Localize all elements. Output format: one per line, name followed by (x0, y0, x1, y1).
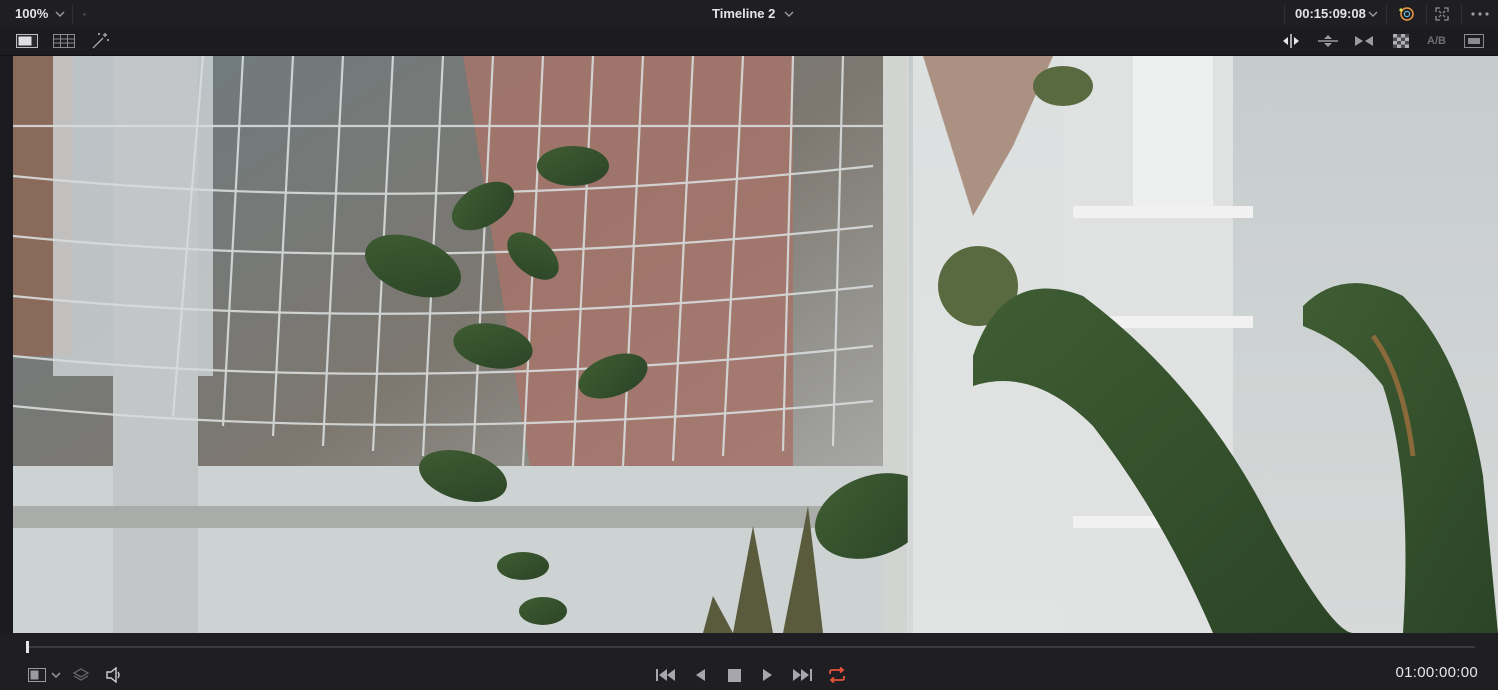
zoom-level[interactable]: 100% (15, 0, 48, 28)
scrubber-track[interactable] (27, 646, 1475, 648)
divider (72, 4, 73, 24)
status-dot-icon (82, 12, 86, 16)
loop-icon[interactable] (826, 666, 848, 684)
color-wheel-icon[interactable] (1396, 5, 1416, 23)
speaker-icon[interactable] (104, 666, 124, 684)
expand-icon[interactable] (1434, 6, 1450, 22)
playhead[interactable] (26, 641, 29, 653)
checkerboard-icon[interactable] (1391, 33, 1411, 49)
split-vertical-icon[interactable] (1280, 33, 1302, 49)
skip-back-icon[interactable] (654, 666, 678, 684)
divider (1426, 4, 1427, 24)
viewer-mode-icon[interactable] (26, 667, 48, 683)
layers-icon[interactable] (72, 666, 90, 684)
source-timecode[interactable]: 00:15:09:08 (1295, 0, 1366, 28)
video-viewer[interactable] (13, 56, 1498, 633)
chevron-down-icon[interactable] (54, 9, 66, 19)
viewer-frame-image (13, 56, 1498, 633)
single-viewer-icon[interactable] (15, 33, 39, 49)
viewer-left-margin (0, 56, 13, 633)
gallery-grid-icon[interactable] (52, 33, 76, 49)
stop-icon[interactable] (726, 666, 742, 684)
ab-compare-toggle[interactable]: A/B (1427, 28, 1446, 55)
split-horizontal-icon[interactable] (1317, 33, 1339, 49)
chevron-down-icon[interactable] (50, 671, 62, 679)
chevron-down-icon[interactable] (1367, 9, 1379, 19)
play-icon[interactable] (760, 666, 776, 684)
viewer-toolbar: A/B (0, 28, 1498, 56)
divider (1386, 4, 1387, 24)
divider (1461, 4, 1462, 24)
viewer-header: 100% Timeline 2 00:15:09:08 (0, 0, 1498, 29)
more-dots-icon[interactable] (1470, 10, 1490, 18)
chevron-down-icon[interactable] (783, 9, 795, 19)
timeline-name[interactable]: Timeline 2 (712, 0, 775, 28)
divider (1284, 4, 1285, 24)
wipe-mirror-icon[interactable] (1353, 33, 1375, 49)
transport-bar (0, 633, 1498, 690)
current-timecode: 01:00:00:00 (1395, 664, 1478, 681)
play-reverse-icon[interactable] (692, 666, 708, 684)
skip-forward-icon[interactable] (790, 666, 814, 684)
magic-wand-icon[interactable] (90, 31, 112, 51)
overlay-icon[interactable] (1463, 33, 1485, 49)
